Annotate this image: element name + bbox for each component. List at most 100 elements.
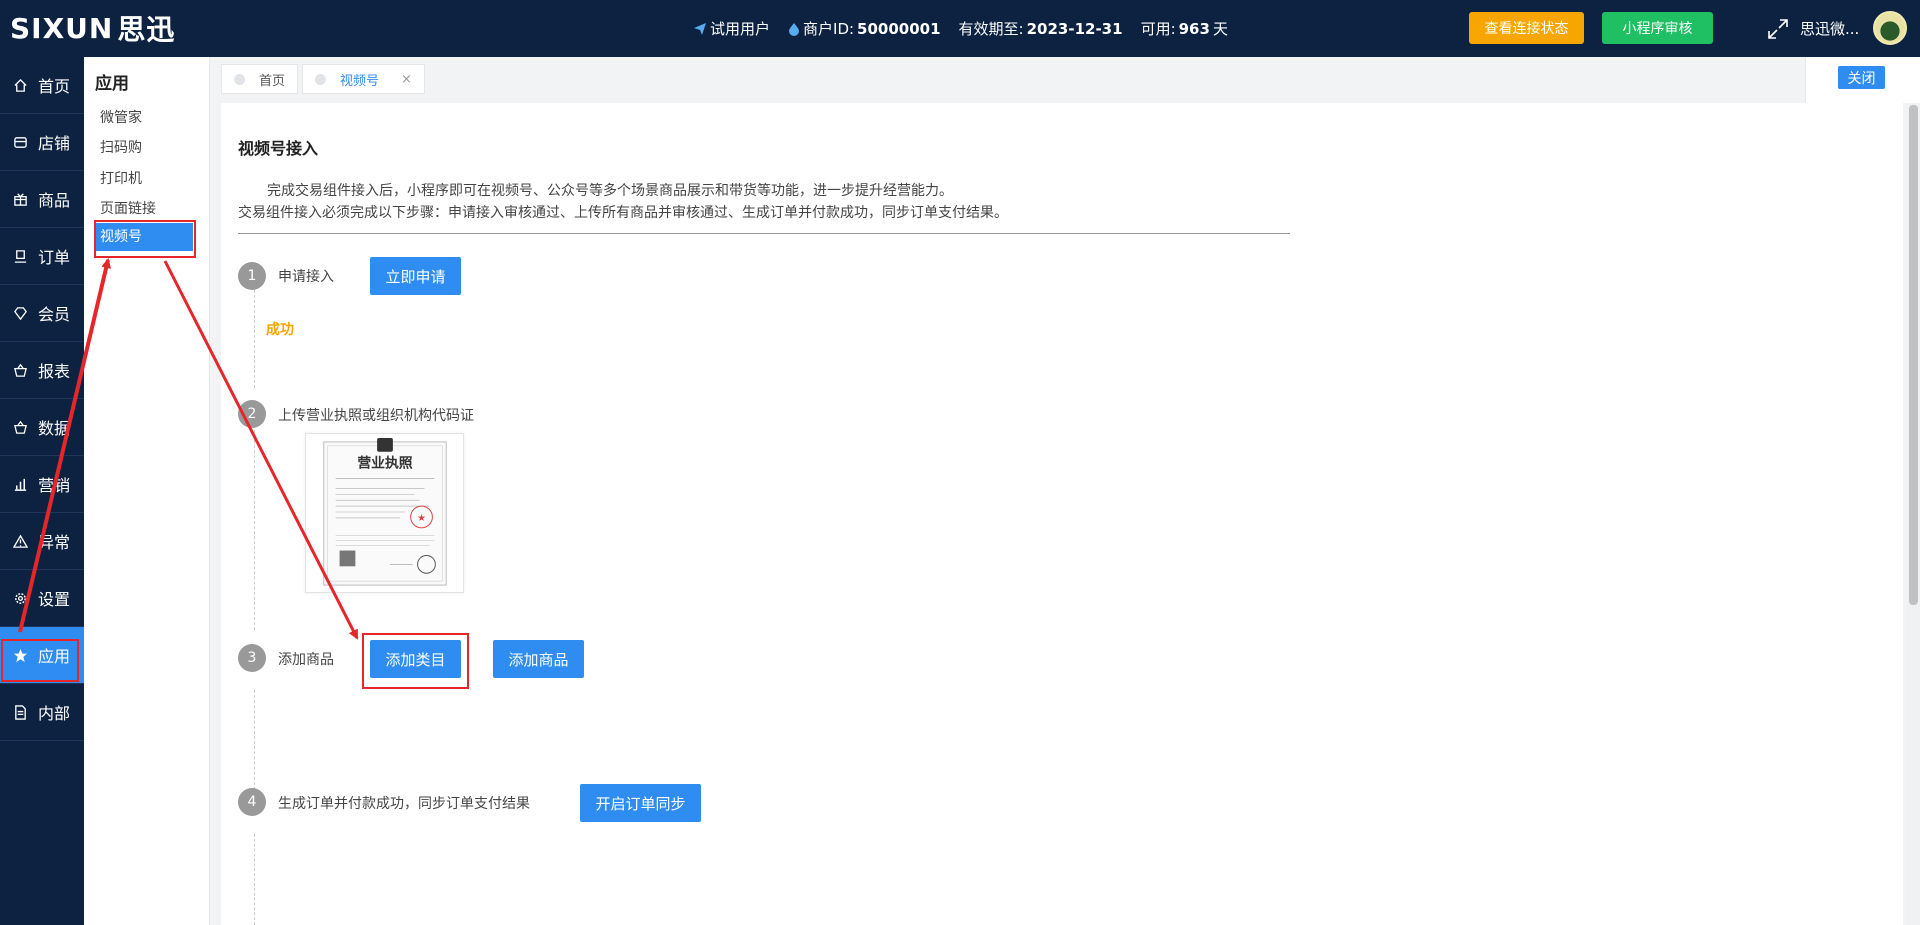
available-unit: 天: [1212, 20, 1228, 38]
sidebar-item-label: 会员: [38, 305, 71, 324]
description-2: 交易组件接入必须完成以下步骤：申请接入审核通过、上传所有商品并审核通过、生成订单…: [238, 205, 1008, 221]
sidebar-item-label: 异常: [38, 533, 71, 552]
available-days: 963: [1178, 19, 1210, 38]
tab-label: 视频号: [340, 73, 380, 89]
annotation-box-add-category: [362, 633, 469, 689]
submenu-item-scan-buy[interactable]: 扫码购: [100, 137, 142, 157]
sidebar-item-label: 订单: [38, 248, 71, 267]
step-1-label: 申请接入: [278, 269, 334, 285]
sidebar-item-home[interactable]: 首页: [0, 57, 84, 114]
user-type-label: 试用用户: [710, 20, 771, 38]
warning-icon: [12, 533, 28, 549]
main-sidebar: 首页 店铺 商品 订单 会员 报表 数据 营销 异常 设置 应用 内部: [0, 57, 84, 925]
license-illustration: 营业执照 ★: [323, 437, 447, 586]
scrollbar[interactable]: [1907, 103, 1920, 925]
close-tab-icon[interactable]: ×: [401, 72, 412, 87]
gift-icon: [12, 191, 28, 207]
tab-dot-icon: [234, 73, 245, 85]
step-2-label: 上传营业执照或组织机构代码证: [278, 408, 474, 424]
license-title: 营业执照: [357, 455, 412, 472]
sidebar-item-label: 设置: [38, 590, 71, 609]
enable-order-sync-button[interactable]: 开启订单同步: [580, 784, 701, 822]
business-license-image[interactable]: 营业执照 ★: [305, 433, 464, 593]
step-3-label: 添加商品: [278, 652, 334, 668]
send-icon: [694, 22, 706, 35]
tab-bar: 首页 视频号 ×: [221, 64, 425, 94]
sidebar-item-label: 商品: [38, 191, 71, 210]
close-button[interactable]: 关闭: [1838, 66, 1885, 89]
logo-cn: 思迅: [117, 13, 176, 46]
miniprogram-review-button[interactable]: 小程序审核: [1602, 12, 1713, 44]
bar-chart-icon: [12, 476, 28, 492]
gear-icon: [12, 590, 28, 606]
add-product-button[interactable]: 添加商品: [493, 640, 584, 678]
sidebar-item-label: 报表: [38, 362, 71, 381]
step-connector: [254, 834, 255, 925]
diamond-icon: [12, 305, 28, 321]
scrollbar-thumb[interactable]: [1909, 105, 1918, 605]
divider: [238, 233, 1290, 234]
submenu-title: 应用: [95, 74, 129, 94]
expiry-label: 有效期至:: [958, 20, 1024, 38]
page-title: 视频号接入: [238, 139, 319, 158]
step-4-number: 4: [238, 788, 266, 816]
available-label: 可用:: [1140, 20, 1176, 38]
connection-status-button[interactable]: 查看连接状态: [1469, 12, 1584, 44]
sidebar-item-members[interactable]: 会员: [0, 285, 84, 342]
sidebar-item-data[interactable]: 数据: [0, 399, 84, 456]
step-1-status: 成功: [266, 322, 294, 338]
step-2-number: 2: [238, 400, 266, 428]
store-icon: [12, 134, 28, 150]
sidebar-item-label: 数据: [38, 419, 71, 438]
home-icon: [12, 77, 28, 93]
sidebar-item-marketing[interactable]: 营销: [0, 456, 84, 513]
sidebar-item-label: 营销: [38, 476, 71, 495]
sidebar-item-label: 首页: [38, 77, 71, 96]
avatar[interactable]: [1873, 11, 1907, 45]
submenu-item-page-link[interactable]: 页面链接: [100, 198, 156, 218]
tab-label: 首页: [259, 73, 286, 89]
expiry-date: 2023-12-31: [1026, 19, 1123, 38]
user-type: 试用用户: [693, 18, 770, 39]
sidebar-item-exceptions[interactable]: 异常: [0, 513, 84, 570]
sidebar-item-orders[interactable]: 订单: [0, 228, 84, 285]
apply-now-button[interactable]: 立即申请: [370, 257, 461, 295]
step-4-label: 生成订单并付款成功，同步订单支付结果: [278, 796, 530, 812]
basket-icon: [12, 419, 28, 435]
sidebar-item-settings[interactable]: 设置: [0, 570, 84, 627]
description-1: 完成交易组件接入后，小程序即可在视频号、公众号等多个场景商品展示和带货等功能，进…: [267, 183, 953, 199]
tab-dot-icon: [315, 73, 327, 85]
logo-text: SIXUN: [10, 11, 114, 45]
step-connector: [254, 290, 255, 388]
expiry: 有效期至: 2023-12-31: [959, 18, 1123, 39]
account-info: 试用用户 商户ID: 50000001 有效期至: 2023-12-31 可用: 9…: [693, 0, 1228, 57]
step-3-number: 3: [238, 644, 266, 672]
basket-icon: [12, 362, 28, 378]
sidebar-item-store[interactable]: 店铺: [0, 114, 84, 171]
step-1-number: 1: [238, 262, 266, 290]
step-connector: [254, 430, 255, 630]
available: 可用: 963 天: [1141, 18, 1228, 39]
sidebar-item-internal[interactable]: 内部: [0, 684, 84, 741]
merchant-id: 商户ID: 50000001: [788, 18, 941, 39]
annotation-box-apps: [1, 639, 79, 682]
fullscreen-icon[interactable]: [1767, 18, 1789, 40]
sidebar-item-reports[interactable]: 报表: [0, 342, 84, 399]
app-submenu: 应用 微管家 扫码购 打印机 页面链接 视频号: [84, 57, 210, 925]
user-name[interactable]: 思迅微...: [1800, 18, 1859, 39]
document-icon: [12, 704, 28, 720]
top-bar: SIXUN 思迅 试用用户 商户ID: 50000001 有效期至: 2023-12…: [0, 0, 1920, 57]
order-icon: [12, 248, 28, 264]
logo[interactable]: SIXUN 思迅: [10, 10, 176, 47]
step-connector: [254, 690, 255, 790]
submenu-item-printer[interactable]: 打印机: [100, 168, 142, 188]
annotation-box-video-channel: [94, 220, 196, 258]
sidebar-item-label: 内部: [38, 704, 71, 723]
tab-video-channel[interactable]: 视频号 ×: [302, 64, 425, 94]
merchant-label: 商户ID:: [803, 20, 855, 38]
drop-icon: [789, 22, 800, 36]
sidebar-item-goods[interactable]: 商品: [0, 171, 84, 228]
tab-home[interactable]: 首页: [221, 64, 299, 94]
submenu-item-weiguanjia[interactable]: 微管家: [100, 107, 142, 127]
svg-text:★: ★: [417, 513, 426, 524]
